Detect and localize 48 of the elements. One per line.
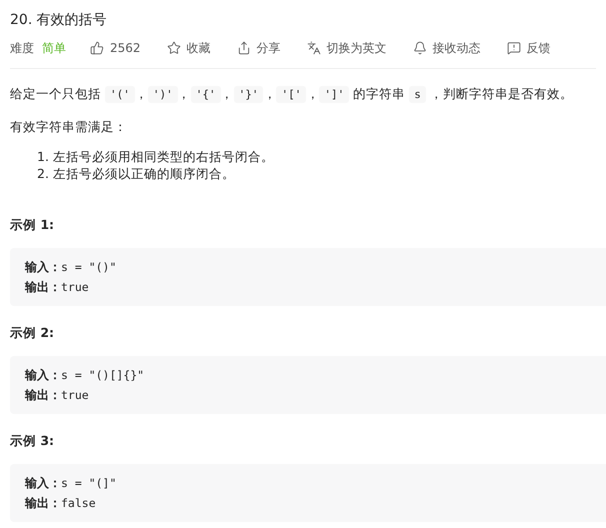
example-value: s = "()[]{}" — [61, 367, 144, 384]
action-link[interactable]: 反馈 — [506, 40, 551, 56]
inline-code: '[' — [276, 86, 306, 103]
example-label: 输出： — [25, 495, 61, 512]
requirements-intro: 有效字符串需满足： — [10, 118, 128, 136]
example-value: false — [61, 495, 96, 512]
inline-code: ')' — [148, 86, 178, 103]
description-text: ， — [263, 86, 276, 101]
inline-code: ']' — [319, 86, 350, 103]
star-icon — [166, 41, 181, 55]
example-label: 输入： — [25, 475, 61, 492]
action-link[interactable]: 收藏 — [166, 40, 211, 56]
description-text: ， — [134, 86, 148, 101]
requirement-item: 1. 左括号必须用相同类型的右括号闭合。 — [37, 148, 275, 165]
example-heading: 示例 2: — [10, 324, 56, 342]
example-heading: 示例 1: — [10, 216, 56, 234]
description-text: ，判断字符串是否有效。 — [428, 86, 573, 101]
example-value: s = "()" — [61, 259, 116, 276]
share-icon — [236, 41, 251, 55]
example-value: s = "(]" — [61, 475, 116, 492]
feedback-icon — [506, 41, 521, 55]
thumbs-up-icon — [90, 41, 104, 55]
description-text: 的字符串 — [352, 86, 406, 101]
inline-code: '{' — [190, 86, 221, 103]
example-value: true — [61, 387, 89, 404]
action-link[interactable]: 分享 — [236, 40, 281, 56]
inline-code: '}' — [234, 86, 264, 103]
example-label: 输入： — [25, 259, 61, 276]
inline-code: '(' — [104, 86, 135, 103]
description-text: ， — [220, 86, 234, 101]
requirement-item: 2. 左括号必须以正确的顺序闭合。 — [37, 165, 236, 182]
action-link[interactable]: 2562 — [90, 41, 141, 55]
description-text: ， — [178, 86, 191, 101]
example-label: 输入： — [25, 367, 61, 384]
difficulty-label: 难度 — [10, 40, 34, 56]
action-link[interactable]: 切换为英文 — [306, 40, 387, 56]
action-link[interactable]: 接收动态 — [412, 40, 481, 56]
inline-code: s — [409, 86, 426, 103]
bell-icon — [412, 41, 427, 55]
translate-icon — [306, 41, 321, 55]
example-value: true — [61, 279, 89, 296]
example-label: 输出： — [25, 387, 61, 404]
difficulty-value: 简单 — [42, 40, 66, 56]
description-text: ， — [306, 86, 320, 101]
description-text: 给定一个只包括 — [10, 86, 102, 101]
problem-title: 20. 有效的括号 — [10, 11, 108, 30]
example-label: 输出： — [25, 279, 61, 296]
example-heading: 示例 3: — [10, 432, 56, 450]
